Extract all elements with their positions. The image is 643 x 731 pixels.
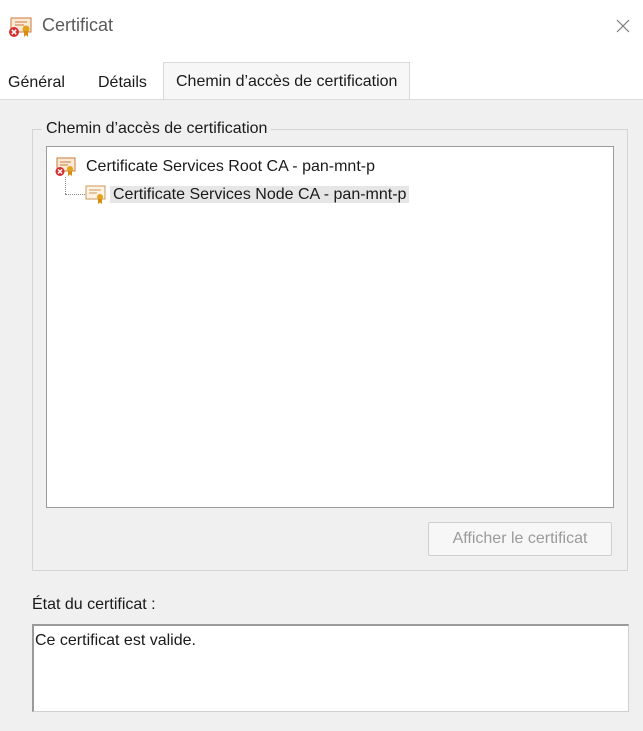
window-title: Certificat [42,15,114,35]
certification-path-legend: Chemin d’accès de certification [42,120,272,138]
close-button[interactable] [603,8,643,48]
tab-certification-path[interactable]: Chemin d’accès de certification [163,62,411,99]
tab-details[interactable]: Détails [98,66,147,99]
tree-connector [65,194,85,195]
close-icon [615,18,631,39]
certificate-icon [85,185,107,205]
tree-item-label: Certificate Services Root CA - pan-mnt-p [86,158,375,175]
tree-connector [65,177,66,194]
certification-path-tree[interactable]: Certificate Services Root CA - pan-mnt-p… [46,146,614,508]
certificate-status-text: Ce certificat est valide. [35,632,196,649]
tree-item-node-ca[interactable]: Certificate Services Node CA - pan-mnt-p [85,183,410,207]
certificate-dialog: Certificat Général Détails Chemin d’accè… [0,0,643,731]
view-certificate-button[interactable]: Afficher le certificat [428,522,612,556]
certificate-status-box[interactable]: Ce certificat est valide. [32,624,629,712]
tab-strip: Général Détails Chemin d’accès de certif… [0,54,643,100]
certificate-error-icon [55,157,77,177]
title-bar: Certificat [0,0,643,54]
tree-item-root-ca[interactable]: Certificate Services Root CA - pan-mnt-p [55,155,378,179]
certificate-status-label: État du certificat : [32,596,156,613]
tab-general[interactable]: Général [8,66,65,99]
tree-item-label: Certificate Services Node CA - pan-mnt-p [110,186,410,203]
certificate-error-icon [8,16,34,38]
